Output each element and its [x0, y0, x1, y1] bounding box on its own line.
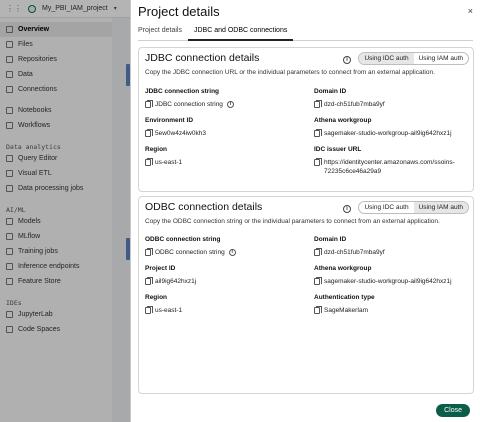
copy-icon[interactable] [314, 248, 322, 256]
tab-jdbc-odbc-connections[interactable]: JDBC and ODBC connections [187, 25, 294, 41]
copy-icon[interactable] [314, 129, 322, 137]
jdbc-toggle-idc[interactable]: Using IDC auth [359, 53, 414, 64]
jdbc-card-title: JDBC connection details [145, 52, 260, 64]
odbc-domain-id-field: Domain ID dzd-ch51fub7mba9yf [314, 236, 385, 256]
jdbc-athena-workgroup-field: Athena workgroup sagemaker-studio-workgr… [314, 117, 452, 137]
odbc-region-field: Region us-east-1 [145, 294, 183, 314]
close-icon[interactable]: × [468, 6, 473, 16]
copy-icon[interactable] [145, 100, 153, 108]
odbc-project-id-field: Project ID ail9ig642hxz1j [145, 265, 197, 285]
jdbc-card-description: Copy the JDBC connection URL or the indi… [145, 69, 435, 76]
odbc-athena-workgroup-field: Athena workgroup sagemaker-studio-workgr… [314, 265, 452, 285]
jdbc-connection-string-field: JDBC connection string JDBC connection s… [145, 88, 305, 109]
jdbc-toggle-iam[interactable]: Using IAM auth [414, 53, 468, 64]
jdbc-environment-id-field: Environment ID 5ew0w4z4iw0kh3 [145, 117, 206, 137]
odbc-card-description: Copy the ODBC connection string or the i… [145, 218, 440, 225]
copy-icon[interactable] [314, 306, 322, 314]
jdbc-region-field: Region us-east-1 [145, 146, 183, 166]
copy-icon[interactable] [145, 248, 153, 256]
jdbc-domain-id-field: Domain ID dzd-ch51fub7mba9yf [314, 88, 385, 108]
copy-icon[interactable] [145, 129, 153, 137]
copy-icon[interactable] [145, 158, 153, 166]
drawer-title: Project details [138, 4, 220, 19]
info-icon[interactable]: i [343, 56, 351, 64]
copy-icon[interactable] [145, 277, 153, 285]
odbc-toggle-idc[interactable]: Using IDC auth [359, 202, 413, 213]
odbc-auth-toggle[interactable]: Using IDC auth Using IAM auth [358, 201, 469, 214]
copy-icon[interactable] [145, 306, 153, 314]
jdbc-connection-card: JDBC connection details i Using IDC auth… [138, 47, 474, 192]
copy-icon[interactable] [314, 158, 322, 166]
info-icon[interactable]: i [228, 249, 236, 256]
close-button[interactable]: Close [436, 404, 470, 417]
modal-overlay[interactable] [0, 0, 130, 422]
odbc-card-title: ODBC connection details [145, 201, 263, 213]
odbc-toggle-iam[interactable]: Using IAM auth [413, 202, 468, 213]
odbc-auth-type-field: Authentication type SageMakerIam [314, 294, 375, 314]
drawer-tabs: Project details JDBC and ODBC connection… [138, 25, 473, 41]
jdbc-idc-issuer-url-field: IDC issuer URL https://identitycenter.am… [314, 146, 455, 175]
odbc-connection-string-field: ODBC connection string ODBC connection s… [145, 236, 305, 257]
tab-project-details[interactable]: Project details [138, 25, 188, 41]
copy-icon[interactable] [314, 277, 322, 285]
copy-icon[interactable] [314, 100, 322, 108]
info-icon[interactable]: i [226, 101, 234, 108]
info-icon[interactable]: i [343, 205, 351, 213]
odbc-connection-card: ODBC connection details i Using IDC auth… [138, 196, 474, 394]
project-details-drawer: Project details × Project details JDBC a… [130, 0, 480, 422]
jdbc-auth-toggle[interactable]: Using IDC auth Using IAM auth [358, 52, 469, 65]
